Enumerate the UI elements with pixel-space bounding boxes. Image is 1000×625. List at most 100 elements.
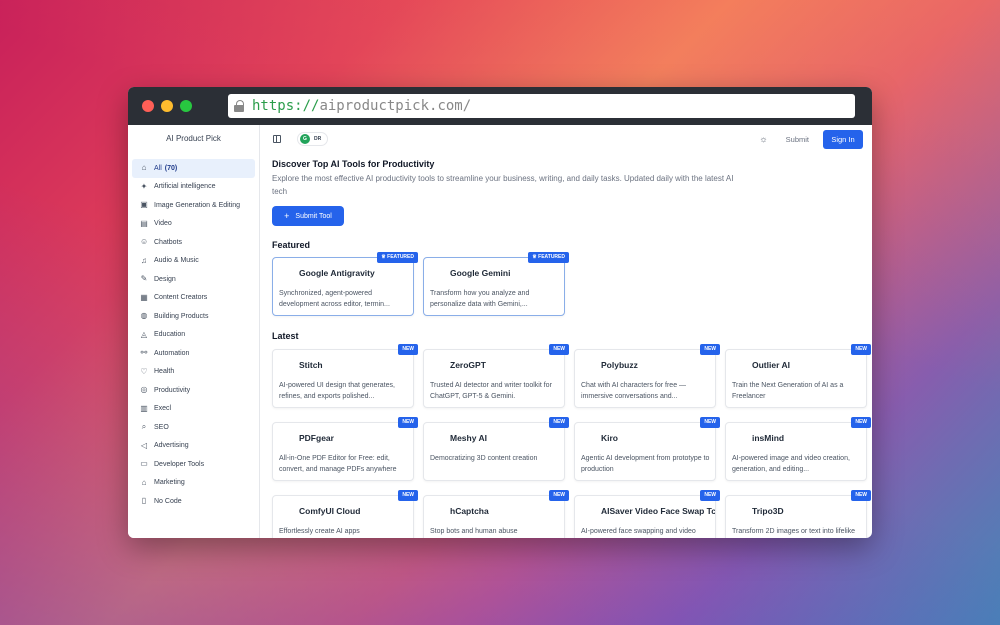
- user-initials: DR: [314, 136, 322, 142]
- sidebar-item-label: Artificial intelligence: [154, 183, 216, 191]
- card-description: AI-powered UI design that generates, ref…: [279, 382, 395, 400]
- sidebar-item-health[interactable]: ♡ Health: [132, 363, 255, 382]
- sidebar-item-label: SEO: [154, 423, 169, 431]
- hero: Discover Top AI Tools for Productivity E…: [260, 153, 872, 226]
- card-title: Polybuzz: [601, 360, 638, 370]
- maximize-window-button[interactable]: [180, 100, 192, 112]
- tool-card[interactable]: NEW Meshy AI Democratizing 3D content crea…: [423, 417, 569, 481]
- sidebar-item-label: No Code: [154, 497, 182, 505]
- new-badge: NEW: [398, 490, 418, 501]
- card-description: AI-powered face swapping and video gener…: [581, 528, 696, 535]
- tool-card[interactable]: NEW insMind AI-powered image and video cre…: [725, 417, 871, 481]
- featured-card[interactable]: ♕ FEATURED Google Antigravity Synchronized…: [272, 252, 418, 316]
- sparkles-icon: ✦: [140, 181, 148, 191]
- image-icon: ▣: [140, 200, 148, 210]
- code-icon: ▭: [140, 459, 148, 469]
- sidebar-item-artificial-intelligence[interactable]: ✦ Artificial intelligence: [132, 178, 255, 197]
- card-title: PDFgear: [299, 433, 334, 443]
- sidebar-item-seo[interactable]: ⌕ SEO: [132, 418, 255, 437]
- bot-icon: ☺: [140, 237, 149, 247]
- sidebar-item-label: Automation: [154, 349, 190, 357]
- new-badge: NEW: [851, 490, 871, 501]
- sidebar-item-image-generation-editing[interactable]: ▣ Image Generation & Editing: [132, 196, 255, 215]
- featured-badge-label: FEATURED: [387, 254, 414, 260]
- card-description: Agentic AI development from prototype to…: [581, 455, 710, 473]
- heart-icon: ♡: [140, 366, 148, 376]
- sidebar-item-label: Execl: [154, 405, 172, 413]
- sidebar-item-label: Design: [154, 275, 176, 283]
- plus-icon: +: [284, 211, 290, 221]
- card-title: Meshy AI: [450, 433, 488, 443]
- sidebar-item-content-creators[interactable]: ▦ Content Creators: [132, 289, 255, 308]
- sidebar-item-all[interactable]: ⌂ All (70): [132, 159, 255, 178]
- new-badge: NEW: [851, 344, 871, 355]
- submit-link[interactable]: Submit: [786, 135, 809, 144]
- tool-card[interactable]: NEW Tripo3D Transform 2D images or text in…: [725, 490, 871, 538]
- sidebar-item-label: Video: [154, 220, 172, 228]
- card-description: All-in-One PDF Editor for Free: edit, co…: [279, 455, 397, 473]
- minimize-window-button[interactable]: [161, 100, 173, 112]
- sidebar-item-building-products[interactable]: ◍ Building Products: [132, 307, 255, 326]
- latest-heading: Latest: [272, 331, 299, 341]
- tool-card[interactable]: NEW Kiro Agentic AI development from proto…: [574, 417, 720, 481]
- tool-card[interactable]: NEW Stitch AI-powered UI design that gener…: [272, 344, 418, 408]
- card-title: Google Antigravity: [299, 268, 375, 278]
- home-icon: ⌂: [141, 163, 147, 173]
- sidebar-item-count: (70): [164, 164, 178, 172]
- tool-card[interactable]: NEW AISaver Video Face Swap Tc AI-powered …: [574, 490, 720, 538]
- sign-in-button[interactable]: Sign In: [823, 129, 863, 149]
- sidebar-item-label: Building Products: [154, 312, 209, 320]
- featured-badge: ♕ FEATURED: [528, 252, 569, 263]
- address-bar[interactable]: https://aiproductpick.com/: [228, 94, 855, 118]
- sidebar-item-advertising[interactable]: ◁ Advertising: [132, 437, 255, 456]
- sidebar-item-education[interactable]: ◬ Education: [132, 326, 255, 345]
- page-subtitle: Explore the most effective AI productivi…: [272, 174, 734, 196]
- sidebar-item-design[interactable]: ✎ Design: [132, 270, 255, 289]
- featured-card[interactable]: ♕ FEATURED Google Gemini Transform how you…: [423, 252, 569, 316]
- brush-icon: ✎: [140, 274, 148, 284]
- card-title: hCaptcha: [450, 506, 489, 516]
- new-badge: NEW: [700, 344, 720, 355]
- tool-card[interactable]: NEW PDFgear All-in-One PDF Editor for Free…: [272, 417, 418, 481]
- sidebar-item-label: Chatbots: [154, 238, 183, 246]
- card-description: Chat with AI characters for free — immer…: [581, 382, 687, 400]
- card-title: Stitch: [299, 360, 323, 370]
- sidebar-item-automation[interactable]: ⚯ Automation: [132, 344, 255, 363]
- page-title: Discover Top AI Tools for Productivity: [272, 159, 435, 169]
- card-description: Stop bots and human abuse: [430, 528, 518, 535]
- featured-grid: ♕ FEATURED Google Antigravity Synchronized…: [272, 252, 872, 331]
- sidebar-item-label: Health: [154, 368, 175, 376]
- tool-card[interactable]: NEW ComfyUI Cloud Effortlessly create AI a…: [272, 490, 418, 538]
- sidebar-item-execl[interactable]: ▥ Execl: [132, 400, 255, 419]
- sidebar-item-no-code[interactable]: ▯ No Code: [132, 492, 255, 511]
- user-chip[interactable]: G DR: [297, 132, 329, 146]
- tool-card[interactable]: NEW ZeroGPT Trusted AI detector and writer…: [423, 344, 569, 408]
- card-description: Trusted AI detector and writer toolkit f…: [430, 382, 552, 400]
- close-window-button[interactable]: [142, 100, 154, 112]
- sidebar-item-audio-music[interactable]: ♫ Audio & Music: [132, 252, 255, 271]
- sidebar-item-label: Image Generation & Editing: [154, 201, 240, 209]
- sidebar-toggle-icon[interactable]: [273, 135, 281, 143]
- lock-icon: [234, 100, 244, 112]
- tool-card[interactable]: NEW Outlier AI Train the Next Generation o…: [725, 344, 871, 408]
- sidebar-item-developer-tools[interactable]: ▭ Developer Tools: [132, 455, 255, 474]
- sidebar-item-label: Education: [154, 331, 186, 339]
- sidebar-item-chatbots[interactable]: ☺ Chatbots: [132, 233, 255, 252]
- tool-card[interactable]: NEW Polybuzz Chat with AI characters for f…: [574, 344, 720, 408]
- card-title: ZeroGPT: [450, 360, 486, 370]
- workflow-icon: ⚯: [140, 348, 148, 358]
- sidebar-item-marketing[interactable]: ⌂ Marketing: [132, 474, 255, 493]
- submit-tool-button[interactable]: + Submit Tool: [272, 206, 344, 226]
- card-description: Train the Next Generation of AI as a Fre…: [732, 382, 844, 400]
- card-description: Synchronized, agent-powered development …: [279, 290, 390, 308]
- tool-card[interactable]: NEW hCaptcha Stop bots and human abuse: [423, 490, 569, 538]
- browser-window: https://aiproductpick.com/ AI Product Pi…: [128, 87, 872, 538]
- sidebar-item-label: Content Creators: [154, 294, 208, 302]
- sidebar-item-productivity[interactable]: ◎ Productivity: [132, 381, 255, 400]
- new-badge: NEW: [700, 490, 720, 501]
- brand-title[interactable]: AI Product Pick: [128, 133, 259, 155]
- sun-icon[interactable]: ☼: [759, 134, 767, 144]
- spreadsheet-icon: ▥: [140, 403, 148, 413]
- sidebar-item-label: Audio & Music: [154, 257, 199, 265]
- sidebar-item-video[interactable]: ▤ Video: [132, 215, 255, 234]
